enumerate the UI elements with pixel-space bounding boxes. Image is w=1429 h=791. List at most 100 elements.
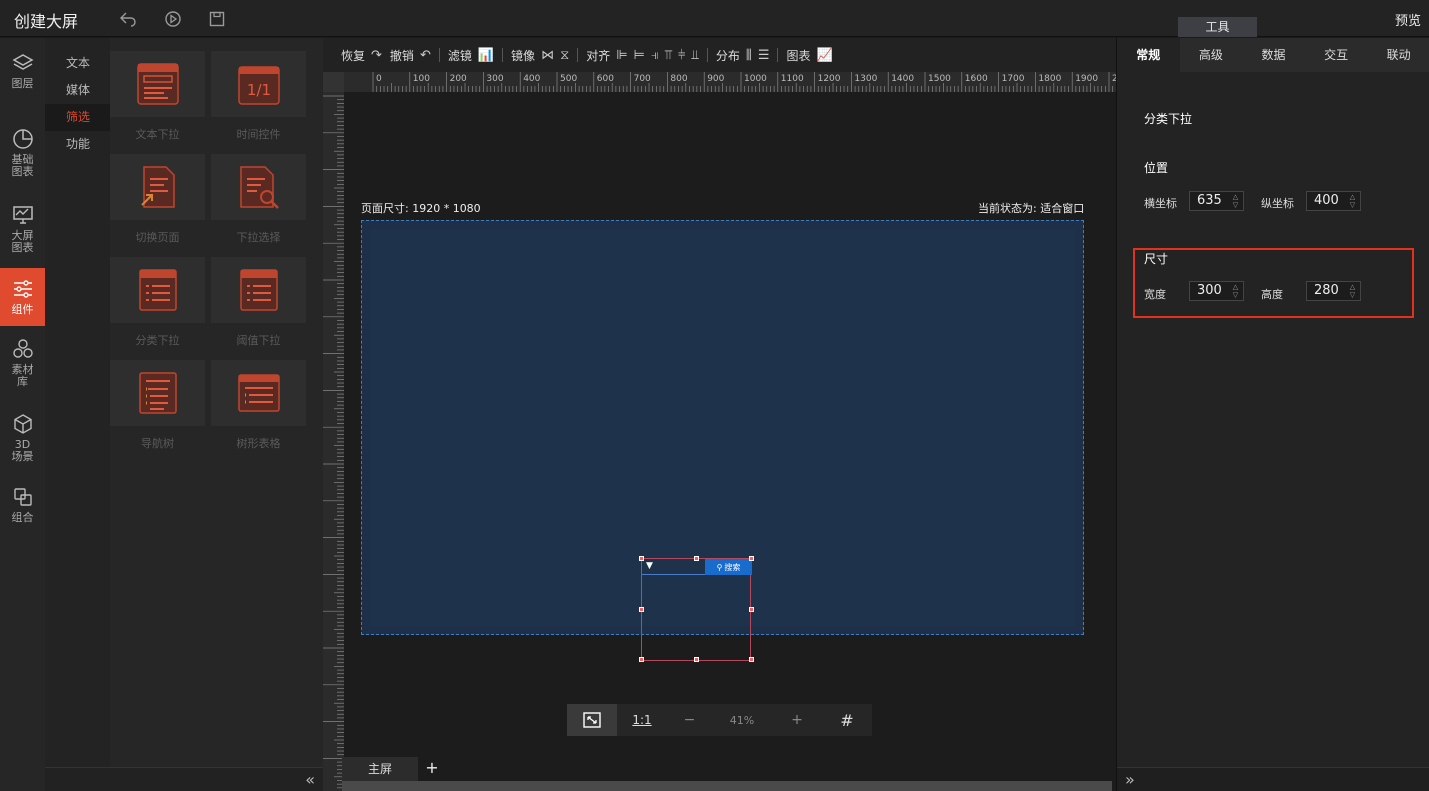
tab-interaction[interactable]: 交互 — [1305, 38, 1368, 72]
comp-nav-tree[interactable]: 导航树 — [110, 360, 205, 457]
collapse-left-icon[interactable]: « — [305, 770, 315, 789]
nav-basic-chart[interactable]: 基础图表 — [0, 128, 45, 184]
save-icon[interactable] — [207, 9, 227, 29]
preview-button[interactable]: 预览 — [1395, 10, 1421, 29]
align-label: 对齐 — [586, 48, 611, 63]
comp-threshold-dropdown[interactable]: 阈值下拉 — [211, 257, 306, 354]
tab-linkage[interactable]: 联动 — [1367, 38, 1429, 72]
nav-components[interactable]: 组件 — [0, 268, 45, 326]
threshold-dropdown-icon — [239, 269, 278, 311]
resize-handle[interactable] — [639, 607, 644, 612]
resize-handle[interactable] — [749, 556, 754, 561]
mirror-button[interactable]: 镜像 ⋈ ⧖ — [511, 47, 569, 64]
comp-category-dropdown[interactable]: 分类下拉 — [110, 257, 205, 354]
comp-switch-page[interactable]: 切换页面 — [110, 154, 205, 251]
screen-page[interactable]: ▼ ⚲ 搜索 — [361, 220, 1084, 662]
ruler-label: 1400 — [891, 74, 914, 84]
align-left-icon[interactable]: ⊫ — [616, 48, 627, 63]
ruler-corner — [323, 72, 344, 92]
width-input[interactable]: 300 △ ▽ — [1189, 281, 1244, 301]
widget-search-label: 搜索 — [724, 562, 741, 572]
collapse-right-icon[interactable]: » — [1125, 770, 1135, 789]
comp-time-control[interactable]: 1/1 时间控件 — [211, 51, 306, 148]
distribute-button[interactable]: 分布 ⫼ ☰ — [716, 47, 770, 64]
zoom-out-button[interactable]: − — [667, 704, 712, 736]
comp-dropdown-select[interactable]: 下拉选择 — [211, 154, 306, 251]
comp-tree-table[interactable]: 树形表格 — [211, 360, 306, 457]
tool-tab[interactable]: 工具 — [1178, 17, 1257, 37]
tab-advanced[interactable]: 高级 — [1180, 38, 1243, 72]
x-coordinate-input[interactable]: 635 △ ▽ — [1189, 191, 1244, 211]
cube-icon — [13, 414, 32, 434]
fit-window-button[interactable] — [567, 704, 617, 736]
horizontal-scrollbar[interactable] — [342, 781, 1112, 791]
distribute-v-icon[interactable]: ☰ — [758, 48, 770, 63]
category-media[interactable]: 媒体 — [45, 77, 110, 104]
spinner-icon[interactable]: △ ▽ — [1348, 283, 1357, 299]
distribute-h-icon[interactable]: ⫼ — [746, 48, 752, 63]
align-center-icon[interactable]: ⊨ — [634, 48, 645, 63]
x-coordinate-value: 635 — [1197, 193, 1222, 208]
ruler-label: 1100 — [781, 74, 804, 84]
ruler-label: 800 — [670, 74, 687, 84]
play-icon[interactable] — [163, 9, 183, 29]
align-middle-icon[interactable]: ⫩ — [678, 48, 685, 63]
nav-basic-chart-label: 基础图表 — [11, 153, 34, 178]
spinner-icon[interactable]: △ ▽ — [1348, 193, 1357, 209]
ruler-label: 100 — [413, 74, 430, 84]
resize-handle[interactable] — [694, 556, 699, 561]
align-top-icon[interactable]: ⫪ — [665, 48, 672, 63]
nav-screen-chart[interactable]: 大屏图表 — [0, 204, 45, 260]
undo-button[interactable]: 撤销 ↶ — [390, 47, 431, 64]
align-bottom-icon[interactable]: ⫫ — [692, 48, 699, 63]
redo-label: 恢复 — [341, 48, 366, 63]
zoom-in-button[interactable]: + — [772, 704, 822, 736]
back-icon[interactable] — [118, 9, 138, 29]
y-coordinate-input[interactable]: 400 △ ▽ — [1306, 191, 1361, 211]
category-filter[interactable]: 筛选 — [45, 104, 110, 131]
monitor-chart-icon — [12, 206, 33, 224]
component-name: 分类下拉 — [1144, 112, 1193, 126]
widget-select[interactable]: ▼ — [642, 559, 706, 575]
nav-layers[interactable]: 图层 — [0, 52, 45, 102]
redo-button[interactable]: 恢复 ↷ — [341, 47, 382, 64]
chart-button[interactable]: 图表 📈 — [786, 47, 832, 64]
widget-search-button[interactable]: ⚲ 搜索 — [705, 559, 752, 575]
align-button[interactable]: 对齐 ⊫ ⊨ ⫣ ⫪ ⫩ ⫫ — [586, 47, 699, 64]
spinner-icon[interactable]: △ ▽ — [1231, 193, 1240, 209]
nav-group[interactable]: 组合 — [0, 486, 45, 532]
comp-label: 导航树 — [141, 437, 174, 450]
tab-data[interactable]: 数据 — [1242, 38, 1305, 72]
hexagons-icon — [12, 339, 33, 358]
comp-text-dropdown[interactable]: 文本下拉 — [110, 51, 205, 148]
tab-main-screen[interactable]: 主屏 — [342, 757, 418, 781]
property-tabs: 常规 高级 数据 交互 联动 — [1117, 38, 1429, 72]
category-text[interactable]: 文本 — [45, 50, 110, 77]
actual-size-button[interactable]: 1:1 — [617, 704, 667, 736]
height-value: 280 — [1314, 283, 1339, 298]
comp-label: 下拉选择 — [236, 231, 281, 244]
spinner-icon[interactable]: △ ▽ — [1231, 283, 1240, 299]
height-input[interactable]: 280 △ ▽ — [1306, 281, 1361, 301]
category-function[interactable]: 功能 — [45, 131, 110, 158]
resize-handle[interactable] — [749, 607, 754, 612]
dropdown-search-icon — [239, 166, 279, 209]
pie-chart-icon — [12, 129, 33, 149]
ruler-label: 600 — [597, 74, 614, 84]
ruler-label: 0 — [376, 74, 382, 84]
resize-handle[interactable] — [749, 657, 754, 662]
nav-3d-scene[interactable]: 3D场景 — [0, 413, 45, 471]
filter-button[interactable]: 滤镜 📊 — [448, 47, 494, 64]
resize-handle[interactable] — [639, 657, 644, 662]
tab-general[interactable]: 常规 — [1117, 38, 1180, 72]
comp-label: 分类下拉 — [135, 334, 180, 347]
align-right-icon[interactable]: ⫣ — [651, 48, 659, 63]
category-dropdown-widget[interactable]: ▼ ⚲ 搜索 — [639, 556, 754, 662]
ruler-label: 200 — [450, 74, 467, 84]
resize-handle[interactable] — [639, 556, 644, 561]
add-screen-button[interactable]: + — [422, 757, 442, 781]
resize-handle[interactable] — [694, 657, 699, 662]
grid-icon[interactable]: # — [822, 704, 872, 736]
nav-materials[interactable]: 素材库 — [0, 338, 45, 396]
svg-text:1/1: 1/1 — [246, 81, 270, 99]
